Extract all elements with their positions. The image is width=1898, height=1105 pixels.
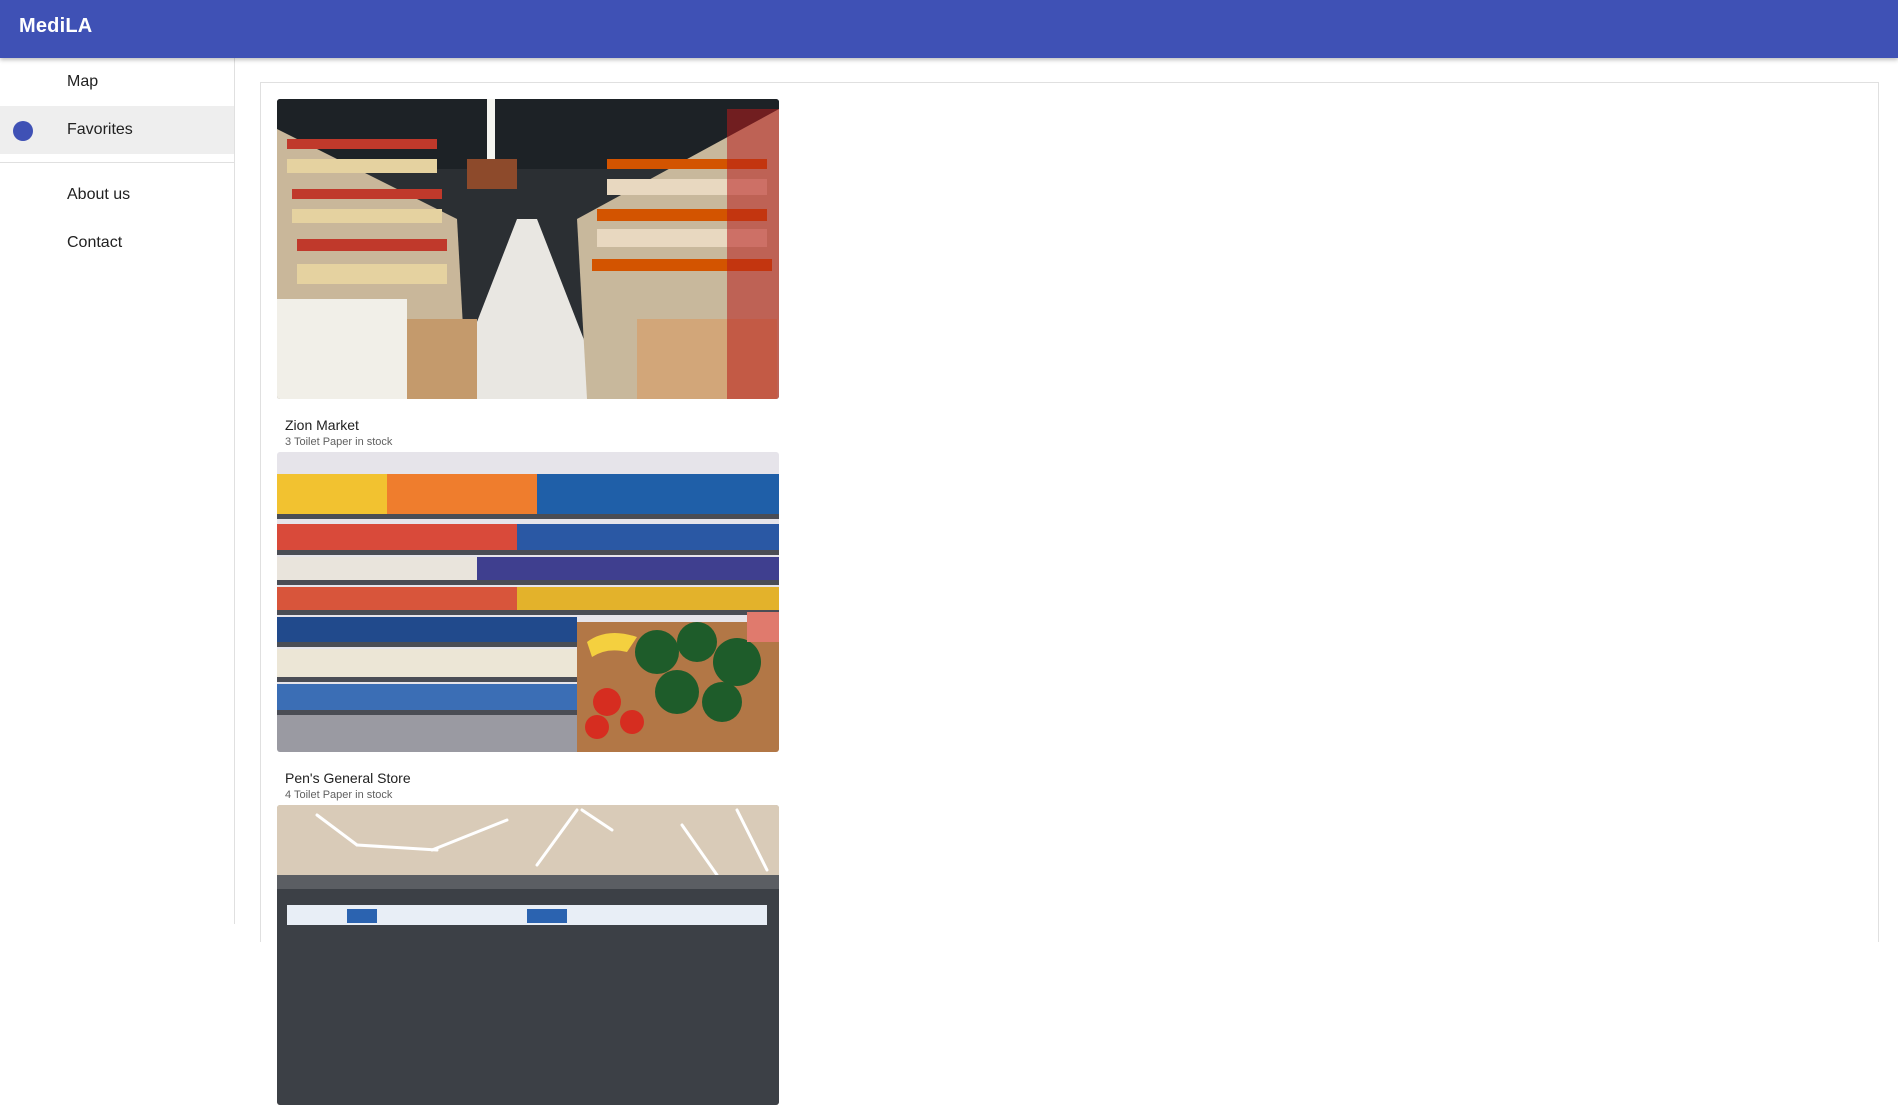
- store-caption: Pen's General Store 4 Toilet Paper in st…: [277, 752, 779, 805]
- active-indicator-icon: [13, 121, 33, 141]
- sidebar-item-contact[interactable]: Contact: [0, 219, 234, 267]
- grocery-shelves-produce-photo[interactable]: [277, 452, 779, 752]
- sidebar-item-label: Map: [67, 73, 99, 90]
- sidebar-item-label: About us: [67, 186, 131, 203]
- store-list: Zion Market 3 Toilet Paper in stock Pen'…: [277, 99, 779, 1105]
- store-caption: Zion Market 3 Toilet Paper in stock: [277, 399, 779, 452]
- store-card[interactable]: Pen's General Store 4 Toilet Paper in st…: [277, 452, 779, 805]
- store-stock-count: 3 Toilet Paper in stock: [285, 436, 393, 448]
- store-name: Pen's General Store: [285, 770, 411, 786]
- sidebar-item-map[interactable]: Map: [0, 58, 234, 106]
- app-bar: MediLA: [0, 0, 1898, 58]
- grocery-aisle-photo[interactable]: [277, 99, 779, 399]
- store-name: Zion Market: [285, 417, 359, 433]
- sidebar-item-favorites[interactable]: Favorites: [0, 106, 234, 154]
- sidebar: Map Favorites About us Contact: [0, 58, 235, 924]
- sidebar-primary-group: Map Favorites: [0, 58, 234, 154]
- store-card[interactable]: Zion Market 3 Toilet Paper in stock: [277, 99, 779, 452]
- store-card[interactable]: [277, 805, 779, 1105]
- sidebar-divider: [0, 162, 234, 163]
- store-stock-count: 4 Toilet Paper in stock: [285, 789, 393, 801]
- sidebar-item-label: Favorites: [67, 121, 133, 138]
- app-title[interactable]: MediLA: [19, 15, 92, 38]
- dairy-fridge-photo[interactable]: [277, 805, 779, 1105]
- favorites-panel: Zion Market 3 Toilet Paper in stock Pen'…: [260, 82, 1879, 1105]
- sidebar-item-label: Contact: [67, 234, 123, 251]
- sidebar-item-about-us[interactable]: About us: [0, 171, 234, 219]
- sidebar-secondary-group: About us Contact: [0, 171, 234, 267]
